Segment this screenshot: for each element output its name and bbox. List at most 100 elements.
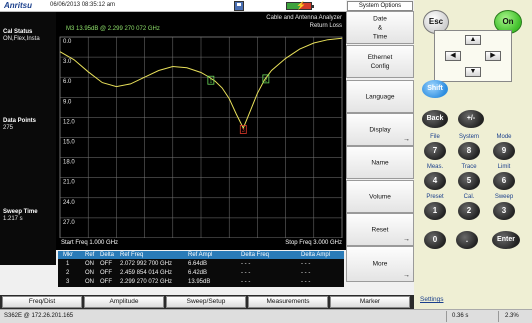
cal-status-title: Cal Status <box>3 29 33 35</box>
digit-key-3[interactable]: 3 <box>493 202 515 220</box>
marker-label: 1 <box>209 79 212 85</box>
table-cell: ON <box>85 261 94 267</box>
table-row[interactable]: 1 ON OFF 2.072 992 700 GHz 6.64dB - - - - - - <box>58 261 344 270</box>
y-tick-label: 18.0 <box>63 160 75 166</box>
table-cell: ON <box>85 279 94 285</box>
table-cell: 6.42dB <box>188 270 208 276</box>
column-header: Delta Ampl <box>301 252 331 258</box>
softkey-date[interactable]: Date & Time <box>346 11 414 44</box>
table-cell: - - - <box>301 261 311 267</box>
softkey-language[interactable]: Language <box>346 80 414 113</box>
softkey-name[interactable]: Name <box>346 146 414 179</box>
left-arrow-key[interactable]: ◀ <box>445 51 461 61</box>
y-tick-label: 3.0 <box>63 59 72 65</box>
right-arrow-key[interactable]: ▶ <box>485 51 501 61</box>
key-function-label: Trace <box>461 164 477 170</box>
analyzer-app: Anritsu 06/06/2013 08:35:12 am ⚡ Cal Sta… <box>0 0 532 323</box>
softkey-label: Language <box>365 93 395 100</box>
table-row[interactable]: 3 ON OFF 2.299 270 072 GHz 13.95dB - - - - - - <box>58 279 344 288</box>
table-cell: OFF <box>100 261 112 267</box>
table-cell: - - - <box>301 270 311 276</box>
key-function-label: Preset <box>426 194 444 200</box>
marker-table: Mkr Ref Delta Ref Freq Ref Ampl Delta Freq Del… <box>58 251 344 287</box>
softkey-more[interactable]: More → <box>346 246 414 282</box>
date-time: 06/06/2013 08:35:12 am <box>50 2 116 8</box>
key-function-label: Meas. <box>426 164 444 170</box>
softkey-volume[interactable]: Volume <box>346 180 414 213</box>
digit-key-9[interactable]: 9 <box>493 142 515 160</box>
y-tick-label: 6.0 <box>63 79 72 85</box>
main-menu-tabs: Freq/Dist Amplitude Sweep/Setup Measurement… <box>0 295 414 309</box>
key-function-label: Mode <box>496 134 512 140</box>
table-cell: 2 <box>66 270 70 276</box>
y-tick-label: 0.0 <box>63 39 72 45</box>
digit-key-2[interactable]: 2 <box>458 202 480 220</box>
softkey-display[interactable]: Display → <box>346 113 414 146</box>
digit-key-4[interactable]: 4 <box>424 172 446 190</box>
tab-marker[interactable]: Marker <box>330 296 410 308</box>
trace-display[interactable]: 0.0 3.0 6.0 9.0 12.0 15.0 18.0 21.0 24.0 27.0 1 2 3 … <box>56 12 346 250</box>
digit-key-8[interactable]: 8 <box>458 142 480 160</box>
key-function-label: Cal. <box>463 194 475 200</box>
settings-link[interactable]: Settings <box>420 296 444 303</box>
digit-key-7[interactable]: 7 <box>424 142 446 160</box>
tab-amplitude[interactable]: Amplitude <box>84 296 164 308</box>
key-function-label: Sweep <box>494 194 514 200</box>
softkey-label: Date & Time <box>372 15 388 40</box>
softkey-reset[interactable]: Reset → <box>346 213 414 246</box>
marker-label: 2 <box>264 77 267 83</box>
tab-freq-dist[interactable]: Freq/Dist <box>2 296 82 308</box>
plot-title-mode: Cable and Antenna Analyzer <box>266 15 342 21</box>
decimal-key[interactable]: . <box>456 231 478 249</box>
status-divider <box>498 311 499 322</box>
softkey-label: Display <box>369 126 391 133</box>
digit-key-6[interactable]: 6 <box>493 172 515 190</box>
softkey-label: More <box>372 260 388 268</box>
column-header: Ref Ampl <box>188 252 213 258</box>
data-points-title: Data Points <box>3 118 37 124</box>
y-tick-label: 24.0 <box>63 200 75 206</box>
y-tick-label: 15.0 <box>63 140 75 146</box>
table-cell: OFF <box>100 279 112 285</box>
table-cell: ON <box>85 270 94 276</box>
table-cell: OFF <box>100 270 112 276</box>
data-points: Data Points 275 <box>3 118 36 132</box>
key-function-label: System <box>458 134 479 140</box>
table-cell: 1 <box>66 261 70 267</box>
y-tick-label: 12.0 <box>63 119 75 125</box>
softkey-ethernet[interactable]: Ethernet Config <box>346 45 414 78</box>
cal-status: Cal Status ON,Flex,Insta <box>3 29 40 43</box>
table-cell: 2.072 992 700 GHz <box>120 261 173 267</box>
status-panel: Cal Status ON,Flex,Insta Data Points 275… <box>0 12 56 265</box>
digit-key-5[interactable]: 5 <box>458 172 480 190</box>
start-freq: Start Freq 1.000 GHz <box>61 240 119 246</box>
table-cell: 2.459 854 014 GHz <box>120 270 173 276</box>
softkey-label: Ethernet Config <box>367 53 393 70</box>
up-arrow-key[interactable]: ▲ <box>465 35 481 45</box>
y-tick-label: 27.0 <box>63 220 75 226</box>
table-row[interactable]: 2 ON OFF 2.459 854 014 GHz 6.42dB - - - - - - <box>58 270 344 279</box>
table-cell: 6.64dB <box>188 261 208 267</box>
digit-key-0[interactable]: 0 <box>424 231 446 249</box>
marker-readout: M3 13.95dB @ 2.299 270 072 GHz <box>66 26 160 32</box>
plot-title: Cable and Antenna Analyzer Return Loss <box>266 14 342 30</box>
title-bar: Anritsu 06/06/2013 08:35:12 am ⚡ <box>0 0 346 12</box>
stop-freq: Stop Freq 3.000 GHz <box>285 240 342 246</box>
digit-key-1[interactable]: 1 <box>424 202 446 220</box>
enter-key[interactable]: Enter <box>492 231 520 249</box>
shift-key[interactable]: Shift <box>422 80 448 98</box>
tab-sweep-setup[interactable]: Sweep/Setup <box>166 296 246 308</box>
marker-table-header: Mkr Ref Delta Ref Freq Ref Ampl Delta Freq Del… <box>58 251 344 259</box>
battery-icon: ⚡ <box>286 1 314 10</box>
down-arrow-key[interactable]: ▼ <box>465 67 481 77</box>
table-cell: 2.299 270 072 GHz <box>120 279 173 285</box>
sweep-duration: 0.36 s <box>452 313 469 319</box>
save-icon[interactable] <box>234 1 244 11</box>
y-tick-label: 9.0 <box>63 99 72 105</box>
back-key[interactable]: Back <box>422 110 448 128</box>
brand-logo: Anritsu <box>4 1 32 10</box>
table-cell: - - - <box>241 279 251 285</box>
tab-measurements[interactable]: Measurements <box>248 296 328 308</box>
device-address: S362E @ 172.26.201.165 <box>4 313 74 319</box>
plus-minus-key[interactable]: +/- <box>458 110 484 128</box>
